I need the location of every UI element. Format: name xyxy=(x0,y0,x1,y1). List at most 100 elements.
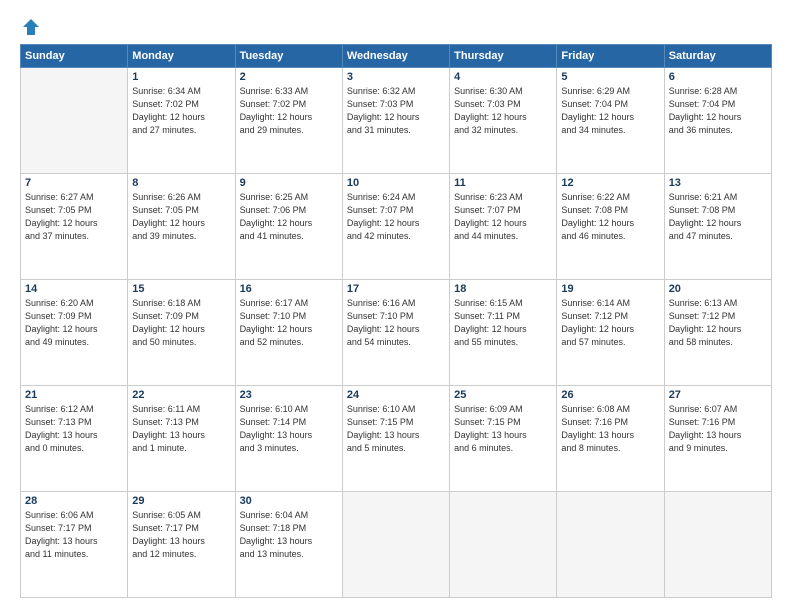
day-info: Sunrise: 6:15 AMSunset: 7:11 PMDaylight:… xyxy=(454,297,552,349)
day-number: 11 xyxy=(454,177,552,189)
day-info: Sunrise: 6:10 AMSunset: 7:15 PMDaylight:… xyxy=(347,403,445,455)
day-info: Sunrise: 6:30 AMSunset: 7:03 PMDaylight:… xyxy=(454,85,552,137)
day-number: 14 xyxy=(25,283,123,295)
calendar-cell-4-2: 22 Sunrise: 6:11 AMSunset: 7:13 PMDayligh… xyxy=(128,386,235,492)
calendar-cell-3-5: 18 Sunrise: 6:15 AMSunset: 7:11 PMDayligh… xyxy=(450,280,557,386)
calendar-cell-5-3: 30 Sunrise: 6:04 AMSunset: 7:18 PMDayligh… xyxy=(235,492,342,598)
calendar-cell-4-1: 21 Sunrise: 6:12 AMSunset: 7:13 PMDayligh… xyxy=(21,386,128,492)
calendar-cell-1-3: 2 Sunrise: 6:33 AMSunset: 7:02 PMDaylight… xyxy=(235,68,342,174)
day-number: 29 xyxy=(132,495,230,507)
day-number: 13 xyxy=(669,177,767,189)
week-row-5: 28Sunrise: 6:06 AMSunset: 7:17 PMDayligh… xyxy=(21,492,772,598)
calendar-header-tuesday: Tuesday xyxy=(235,45,342,68)
day-info: Sunrise: 6:14 AMSunset: 7:12 PMDaylight:… xyxy=(561,297,659,349)
day-number: 2 xyxy=(240,71,338,83)
day-info: Sunrise: 6:26 AMSunset: 7:05 PMDaylight:… xyxy=(132,191,230,243)
calendar-cell-2-7: 13 Sunrise: 6:21 AMSunset: 7:08 PMDayligh… xyxy=(664,174,771,280)
day-info: Sunrise: 6:09 AMSunset: 7:15 PMDaylight:… xyxy=(454,403,552,455)
day-number: 4 xyxy=(454,71,552,83)
day-info: Sunrise: 6:07 AMSunset: 7:16 PMDaylight:… xyxy=(669,403,767,455)
calendar-cell-1-5: 4 Sunrise: 6:30 AMSunset: 7:03 PMDaylight… xyxy=(450,68,557,174)
day-number: 21 xyxy=(25,389,123,401)
day-number: 16 xyxy=(240,283,338,295)
day-number: 30 xyxy=(240,495,338,507)
calendar-cell-1-2: 1 Sunrise: 6:34 AMSunset: 7:02 PMDaylight… xyxy=(128,68,235,174)
calendar-cell-3-3: 16 Sunrise: 6:17 AMSunset: 7:10 PMDayligh… xyxy=(235,280,342,386)
day-info: Sunrise: 6:22 AMSunset: 7:08 PMDaylight:… xyxy=(561,191,659,243)
day-info: Sunrise: 6:20 AMSunset: 7:09 PMDaylight:… xyxy=(25,297,123,349)
calendar-header-friday: Friday xyxy=(557,45,664,68)
day-info: Sunrise: 6:32 AMSunset: 7:03 PMDaylight:… xyxy=(347,85,445,137)
day-info: Sunrise: 6:27 AMSunset: 7:05 PMDaylight:… xyxy=(25,191,123,243)
day-number: 17 xyxy=(347,283,445,295)
calendar-cell-5-5 xyxy=(450,492,557,598)
day-number: 24 xyxy=(347,389,445,401)
day-info: Sunrise: 6:17 AMSunset: 7:10 PMDaylight:… xyxy=(240,297,338,349)
calendar-cell-2-4: 10Sunrise: 6:24 AMSunset: 7:07 PMDayligh… xyxy=(342,174,449,280)
calendar-header-sunday: Sunday xyxy=(21,45,128,68)
day-info: Sunrise: 6:04 AMSunset: 7:18 PMDaylight:… xyxy=(240,509,338,561)
calendar-cell-3-7: 20Sunrise: 6:13 AMSunset: 7:12 PMDayligh… xyxy=(664,280,771,386)
calendar-cell-2-1: 7 Sunrise: 6:27 AMSunset: 7:05 PMDaylight… xyxy=(21,174,128,280)
week-row-1: 1 Sunrise: 6:34 AMSunset: 7:02 PMDaylight… xyxy=(21,68,772,174)
calendar-cell-2-5: 11Sunrise: 6:23 AMSunset: 7:07 PMDayligh… xyxy=(450,174,557,280)
logo xyxy=(20,18,40,36)
day-number: 19 xyxy=(561,283,659,295)
calendar-cell-5-1: 28Sunrise: 6:06 AMSunset: 7:17 PMDayligh… xyxy=(21,492,128,598)
day-info: Sunrise: 6:11 AMSunset: 7:13 PMDaylight:… xyxy=(132,403,230,455)
calendar-cell-5-2: 29 Sunrise: 6:05 AMSunset: 7:17 PMDayligh… xyxy=(128,492,235,598)
day-info: Sunrise: 6:12 AMSunset: 7:13 PMDaylight:… xyxy=(25,403,123,455)
calendar-header-saturday: Saturday xyxy=(664,45,771,68)
day-number: 22 xyxy=(132,389,230,401)
page: SundayMondayTuesdayWednesdayThursdayFrid… xyxy=(0,0,792,612)
day-number: 7 xyxy=(25,177,123,189)
day-info: Sunrise: 6:05 AMSunset: 7:17 PMDaylight:… xyxy=(132,509,230,561)
day-number: 6 xyxy=(669,71,767,83)
calendar-cell-3-4: 17 Sunrise: 6:16 AMSunset: 7:10 PMDayligh… xyxy=(342,280,449,386)
day-info: Sunrise: 6:10 AMSunset: 7:14 PMDaylight:… xyxy=(240,403,338,455)
day-info: Sunrise: 6:34 AMSunset: 7:02 PMDaylight:… xyxy=(132,85,230,137)
calendar-header-row: SundayMondayTuesdayWednesdayThursdayFrid… xyxy=(21,45,772,68)
day-info: Sunrise: 6:18 AMSunset: 7:09 PMDaylight:… xyxy=(132,297,230,349)
day-number: 25 xyxy=(454,389,552,401)
week-row-4: 21 Sunrise: 6:12 AMSunset: 7:13 PMDayligh… xyxy=(21,386,772,492)
calendar-header-wednesday: Wednesday xyxy=(342,45,449,68)
calendar-cell-3-1: 14 Sunrise: 6:20 AMSunset: 7:09 PMDayligh… xyxy=(21,280,128,386)
day-number: 26 xyxy=(561,389,659,401)
calendar-cell-5-4 xyxy=(342,492,449,598)
day-info: Sunrise: 6:29 AMSunset: 7:04 PMDaylight:… xyxy=(561,85,659,137)
day-number: 1 xyxy=(132,71,230,83)
day-info: Sunrise: 6:28 AMSunset: 7:04 PMDaylight:… xyxy=(669,85,767,137)
day-info: Sunrise: 6:25 AMSunset: 7:06 PMDaylight:… xyxy=(240,191,338,243)
calendar-table: SundayMondayTuesdayWednesdayThursdayFrid… xyxy=(20,44,772,598)
day-number: 15 xyxy=(132,283,230,295)
day-number: 9 xyxy=(240,177,338,189)
calendar-cell-4-4: 24 Sunrise: 6:10 AMSunset: 7:15 PMDayligh… xyxy=(342,386,449,492)
calendar-cell-5-7 xyxy=(664,492,771,598)
day-number: 8 xyxy=(132,177,230,189)
calendar-cell-3-6: 19 Sunrise: 6:14 AMSunset: 7:12 PMDayligh… xyxy=(557,280,664,386)
calendar-cell-1-4: 3 Sunrise: 6:32 AMSunset: 7:03 PMDaylight… xyxy=(342,68,449,174)
day-info: Sunrise: 6:21 AMSunset: 7:08 PMDaylight:… xyxy=(669,191,767,243)
calendar-header-monday: Monday xyxy=(128,45,235,68)
day-number: 23 xyxy=(240,389,338,401)
calendar-cell-4-6: 26 Sunrise: 6:08 AMSunset: 7:16 PMDayligh… xyxy=(557,386,664,492)
day-number: 3 xyxy=(347,71,445,83)
logo-icon xyxy=(22,18,40,36)
day-info: Sunrise: 6:08 AMSunset: 7:16 PMDaylight:… xyxy=(561,403,659,455)
calendar-cell-4-7: 27Sunrise: 6:07 AMSunset: 7:16 PMDayligh… xyxy=(664,386,771,492)
week-row-2: 7 Sunrise: 6:27 AMSunset: 7:05 PMDaylight… xyxy=(21,174,772,280)
calendar-cell-1-1 xyxy=(21,68,128,174)
calendar-cell-5-6 xyxy=(557,492,664,598)
day-number: 20 xyxy=(669,283,767,295)
calendar-cell-1-7: 6 Sunrise: 6:28 AMSunset: 7:04 PMDaylight… xyxy=(664,68,771,174)
day-number: 10 xyxy=(347,177,445,189)
day-number: 12 xyxy=(561,177,659,189)
calendar-cell-3-2: 15 Sunrise: 6:18 AMSunset: 7:09 PMDayligh… xyxy=(128,280,235,386)
week-row-3: 14 Sunrise: 6:20 AMSunset: 7:09 PMDayligh… xyxy=(21,280,772,386)
day-info: Sunrise: 6:33 AMSunset: 7:02 PMDaylight:… xyxy=(240,85,338,137)
day-info: Sunrise: 6:16 AMSunset: 7:10 PMDaylight:… xyxy=(347,297,445,349)
day-number: 18 xyxy=(454,283,552,295)
calendar-cell-2-3: 9 Sunrise: 6:25 AMSunset: 7:06 PMDaylight… xyxy=(235,174,342,280)
calendar-cell-4-3: 23 Sunrise: 6:10 AMSunset: 7:14 PMDayligh… xyxy=(235,386,342,492)
